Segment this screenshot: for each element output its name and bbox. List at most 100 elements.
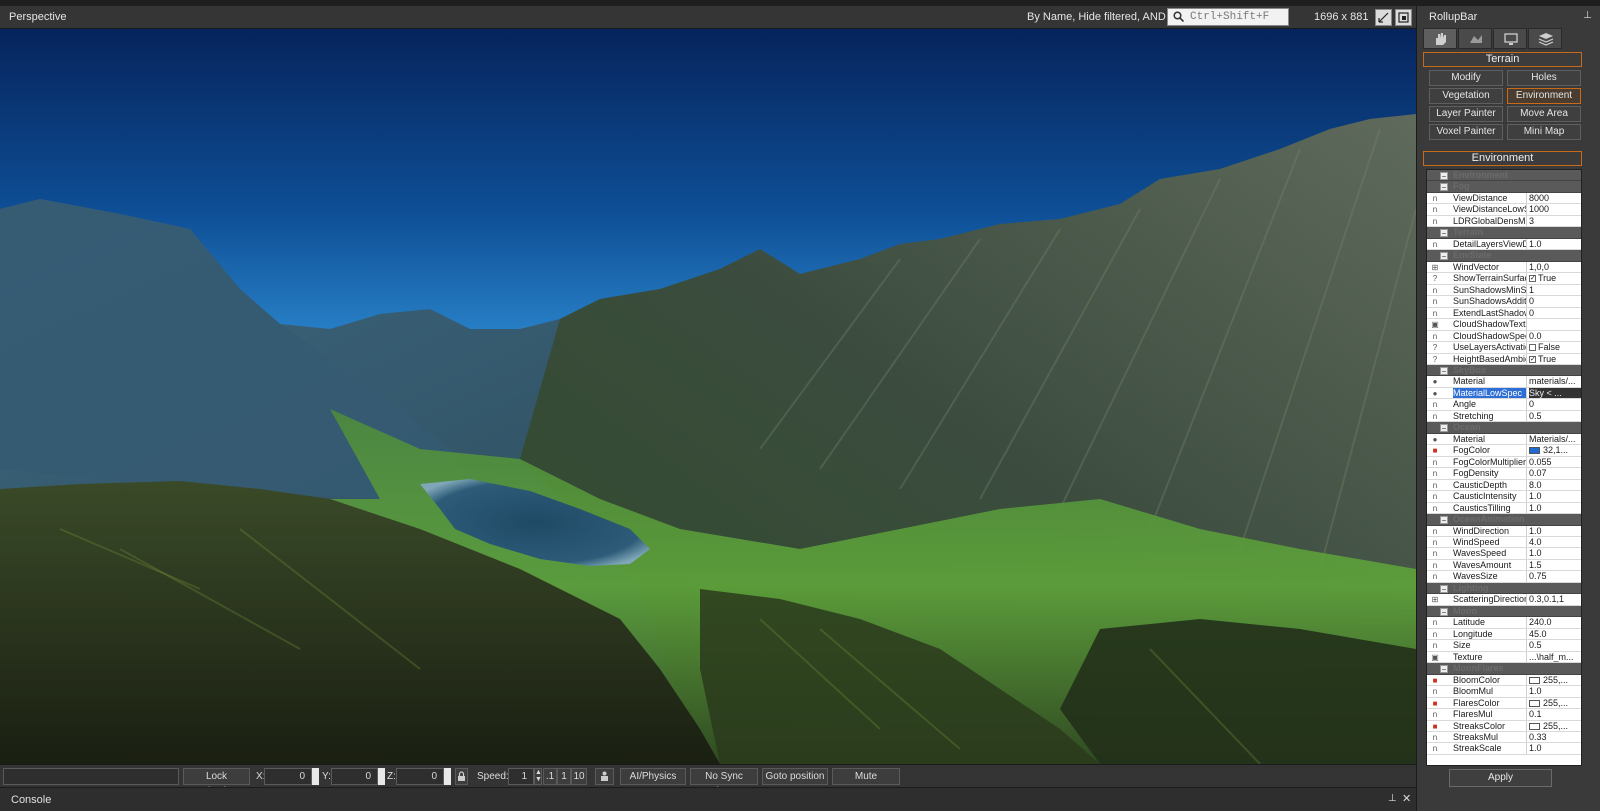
property-value[interactable]: False	[1529, 342, 1581, 352]
property-value[interactable]: ✓ True	[1529, 354, 1581, 364]
property-row-streakscale[interactable]: n StreakScale 1.0	[1427, 743, 1581, 755]
property-value[interactable]: 45.0	[1529, 629, 1581, 639]
property-value[interactable]: 1.0	[1529, 686, 1581, 696]
property-value[interactable]: 0.1	[1529, 709, 1581, 719]
property-row-sunshadowsminspec[interactable]: n SunShadowsMinSpec1	[1427, 284, 1581, 297]
property-value[interactable]: 0.5	[1529, 640, 1581, 650]
collapse-icon[interactable]: −	[1440, 665, 1448, 674]
speed-preset-0.1[interactable]: .1	[543, 768, 557, 785]
terrain-collision-button[interactable]	[595, 768, 614, 785]
property-row-material[interactable]: ● Material materials/...	[1427, 376, 1581, 388]
collapse-icon[interactable]: −	[1440, 607, 1448, 616]
property-row-texture[interactable]: ▣ Texture ...\half_m...	[1427, 651, 1581, 664]
property-row-causticdepth[interactable]: n CausticDepth 8.0	[1427, 479, 1581, 492]
property-value[interactable]: 0.055	[1529, 457, 1581, 467]
property-row-detaillayersviewdist[interactable]: n DetailLayersViewDist1.0	[1427, 238, 1581, 251]
property-value[interactable]: 0	[1529, 399, 1581, 409]
property-value[interactable]: 32,1...	[1529, 445, 1581, 455]
property-value[interactable]: 0	[1529, 296, 1581, 306]
color-swatch[interactable]	[1529, 722, 1540, 730]
property-value[interactable]: ...\half_m...	[1529, 652, 1581, 662]
property-row-angle[interactable]: n Angle 0	[1427, 399, 1581, 411]
viewport-title[interactable]: Perspective	[9, 11, 66, 23]
property-value[interactable]: Materials/...	[1529, 434, 1581, 444]
maximize-viewport-button[interactable]	[1395, 9, 1412, 26]
property-row-causticintensity[interactable]: n CausticIntensity 1.0	[1427, 491, 1581, 503]
property-group-moon[interactable]: − Moon	[1427, 605, 1581, 618]
checkbox[interactable]: ✓	[1529, 275, 1536, 283]
property-row-longitude[interactable]: n Longitude 45.0	[1427, 628, 1581, 641]
tab-layers[interactable]	[1528, 28, 1562, 49]
collapse-icon[interactable]: −	[1440, 229, 1448, 238]
property-value[interactable]: 240.0	[1529, 617, 1581, 627]
property-row-stretching[interactable]: n Stretching 0.5	[1427, 410, 1581, 423]
viewport-resolution[interactable]: 1696 x 881	[1314, 11, 1368, 23]
environment-property-grid[interactable]: − Environment − Fog n ViewDistance 8000 n ViewDi…	[1426, 169, 1582, 766]
command-input[interactable]	[3, 768, 179, 785]
property-value[interactable]: 1000	[1529, 204, 1581, 214]
property-value[interactable]: 1.0	[1529, 743, 1581, 753]
property-row-heightbasedambientocclusion[interactable]: ? HeightBasedAmbientOcclusion✓True	[1427, 353, 1581, 365]
property-row-sunshadowsadditionalcascademinspec[interactable]: n SunShadowsAdditionalCascadeMinSpec0	[1427, 296, 1581, 308]
property-group-fog[interactable]: − Fog	[1427, 181, 1581, 193]
property-value[interactable]: 1.0	[1529, 239, 1581, 249]
property-value[interactable]: 0.75	[1529, 571, 1581, 581]
property-row-extendlastshadowcascade[interactable]: n ExtendLastShadowCascade0	[1427, 307, 1581, 320]
property-row-materiallowspec[interactable]: ● MaterialLowSpec Sky < ...	[1427, 387, 1581, 400]
property-row-streaksmul[interactable]: n StreaksMul 0.33	[1427, 731, 1581, 744]
property-row-bloommul[interactable]: n BloomMul 1.0	[1427, 686, 1581, 698]
property-row-ldrglobaldensmult[interactable]: n LDRGlobalDensMult 3	[1427, 215, 1581, 228]
property-value[interactable]: 0.5	[1529, 411, 1581, 421]
property-value[interactable]: 255,...	[1529, 721, 1581, 731]
property-row-windvector[interactable]: ⊞ WindVector 1,0,0	[1427, 261, 1581, 274]
property-value[interactable]: 8000	[1529, 193, 1581, 203]
property-row-wavesamount[interactable]: n WavesAmount 1.5	[1427, 559, 1581, 572]
collapse-icon[interactable]: −	[1440, 366, 1448, 375]
speed-preset-1[interactable]: 1	[557, 768, 571, 785]
environment-section-header[interactable]: Environment	[1423, 151, 1582, 166]
property-value[interactable]: 1.0	[1529, 548, 1581, 558]
x-spinner[interactable]	[312, 768, 319, 785]
perspective-viewport[interactable]	[0, 29, 1416, 764]
property-row-viewdistance[interactable]: n ViewDistance 8000	[1427, 192, 1581, 205]
property-value[interactable]: 1,0,0	[1529, 262, 1581, 272]
search-input[interactable]: Ctrl+Shift+F	[1167, 8, 1289, 26]
property-value[interactable]: 1	[1529, 285, 1581, 295]
z-coordinate-field[interactable]: 0	[396, 768, 444, 785]
vegetation-tool-button[interactable]: Vegetation	[1429, 88, 1503, 104]
property-row-material[interactable]: ● Material Materials/...	[1427, 433, 1581, 446]
property-row-viewdistancelowspec[interactable]: n ViewDistanceLowSpec1000	[1427, 204, 1581, 216]
property-row-uselayersactivation[interactable]: ? UseLayersActivation False	[1427, 342, 1581, 354]
property-value[interactable]: 0.3,0.1,1	[1529, 594, 1581, 604]
collapse-icon[interactable]: −	[1440, 183, 1448, 192]
property-row-scatteringdirection[interactable]: ⊞ ScatteringDirection 0.3,0.1,1	[1427, 594, 1581, 606]
property-group-terrain[interactable]: − Terrain	[1427, 227, 1581, 239]
collapse-icon[interactable]: −	[1440, 252, 1448, 261]
collapse-icon[interactable]: −	[1440, 424, 1448, 433]
property-value[interactable]: 3	[1529, 216, 1581, 226]
ruler-button[interactable]	[1375, 9, 1392, 26]
property-group-envstate[interactable]: − EnvState	[1427, 250, 1581, 262]
property-row-winddirection[interactable]: n WindDirection 1.0	[1427, 525, 1581, 537]
color-swatch[interactable]	[1529, 676, 1540, 684]
property-row-flarescolor[interactable]: ■ FlaresColor 255,...	[1427, 697, 1581, 710]
tab-terrain[interactable]	[1458, 28, 1492, 49]
property-value[interactable]: 1.0	[1529, 503, 1581, 513]
property-group-skybox[interactable]: − SkyBox	[1427, 364, 1581, 377]
property-row-wavesspeed[interactable]: n WavesSpeed 1.0	[1427, 548, 1581, 560]
property-group-moonflares[interactable]: − MoonFlares	[1427, 663, 1581, 675]
z-spinner[interactable]	[444, 768, 451, 785]
collapse-icon[interactable]: −	[1440, 172, 1448, 180]
layer-painter-tool-button[interactable]: Layer Painter	[1429, 106, 1503, 122]
property-value[interactable]: ✓ True	[1529, 273, 1581, 283]
property-value[interactable]: 0	[1529, 308, 1581, 318]
y-coordinate-field[interactable]: 0	[331, 768, 378, 785]
property-row-showterrainsurface[interactable]: ? ShowTerrainSurface ✓ True	[1427, 273, 1581, 285]
property-row-causticstilling[interactable]: n CausticsTilling 1.0	[1427, 502, 1581, 515]
property-value[interactable]: 0.0	[1529, 331, 1581, 341]
speed-spinner[interactable]: ▲ ▼	[534, 768, 542, 785]
property-row-size[interactable]: n Size 0.5	[1427, 640, 1581, 652]
property-row-bloomcolor[interactable]: ■ BloomColor 255,...	[1427, 674, 1581, 687]
color-swatch[interactable]	[1529, 699, 1540, 707]
checkbox[interactable]	[1529, 344, 1536, 352]
